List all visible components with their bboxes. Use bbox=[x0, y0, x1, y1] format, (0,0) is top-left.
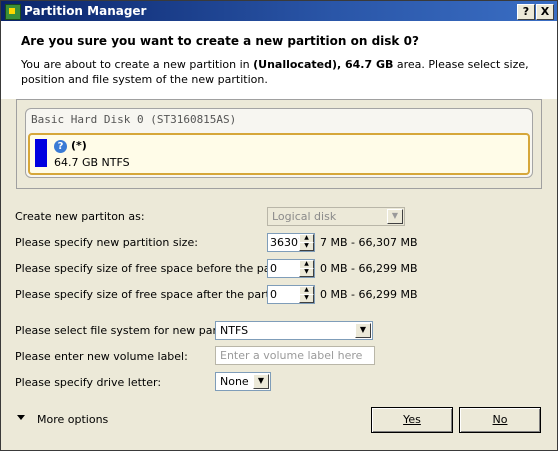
file-system-value: NTFS bbox=[220, 324, 249, 337]
more-options-label: More options bbox=[37, 413, 109, 426]
file-system-select[interactable]: NTFS ▼ bbox=[215, 321, 373, 340]
yes-button-label: Yes bbox=[403, 413, 421, 426]
close-button[interactable]: X bbox=[536, 4, 554, 20]
partition-type-select: Logical disk ▼ bbox=[267, 207, 405, 226]
free-after-value: 0 bbox=[270, 288, 277, 301]
free-after-stepper[interactable]: 0 ▲ ▼ bbox=[267, 285, 315, 304]
free-after-label: Please specify size of free space after … bbox=[15, 288, 298, 301]
disk-box: Basic Hard Disk 0 (ST3160815AS) ? (*) 64… bbox=[25, 108, 533, 178]
disk-map-panel: Basic Hard Disk 0 (ST3160815AS) ? (*) 64… bbox=[16, 99, 542, 189]
partition-manager-dialog: Partition Manager ? X Are you sure you w… bbox=[0, 0, 558, 451]
size-range: 7 MB - 66,307 MB bbox=[320, 236, 418, 249]
chevron-down-icon[interactable]: ▼ bbox=[253, 374, 269, 389]
no-button[interactable]: No bbox=[459, 407, 541, 433]
window-title: Partition Manager bbox=[24, 4, 147, 18]
free-before-range: 0 MB - 66,299 MB bbox=[320, 262, 418, 275]
drive-letter-value: None bbox=[220, 375, 249, 388]
drive-letter-label: Please specify drive letter: bbox=[15, 376, 162, 389]
header-description: You are about to create a new partition … bbox=[21, 57, 541, 87]
unknown-partition-icon: ? bbox=[54, 140, 67, 153]
partition-manager-app-icon bbox=[5, 4, 21, 20]
confirmation-question: Are you sure you want to create a new pa… bbox=[21, 34, 419, 48]
size-label: Please specify new partition size: bbox=[15, 236, 198, 249]
volume-label-label: Please enter new volume label: bbox=[15, 350, 188, 363]
title-bar: Partition Manager ? X bbox=[1, 1, 557, 21]
free-before-stepper[interactable]: 0 ▲ ▼ bbox=[267, 259, 315, 278]
description-area-name: (Unallocated), 64.7 GB bbox=[253, 58, 394, 71]
partition-type-value: Logical disk bbox=[272, 210, 337, 223]
description-text-start: You are about to create a new partition … bbox=[21, 58, 254, 71]
partition-color-bar bbox=[35, 139, 47, 167]
free-before-value: 0 bbox=[270, 262, 277, 275]
no-button-label: No bbox=[492, 413, 508, 426]
chevron-down-icon: ▼ bbox=[387, 209, 403, 224]
volume-label-input[interactable] bbox=[216, 347, 374, 364]
dialog-header: Are you sure you want to create a new pa… bbox=[1, 21, 557, 99]
partition-size: 64.7 GB NTFS bbox=[54, 156, 130, 169]
partition-block[interactable]: ? (*) 64.7 GB NTFS bbox=[28, 133, 530, 175]
disk-label: Basic Hard Disk 0 (ST3160815AS) bbox=[31, 113, 237, 126]
yes-button[interactable]: Yes bbox=[371, 407, 453, 433]
free-before-label: Please specify size of free space before… bbox=[15, 262, 308, 275]
decrement-icon[interactable]: ▼ bbox=[299, 268, 314, 277]
decrement-icon[interactable]: ▼ bbox=[299, 242, 314, 251]
partition-size-stepper[interactable]: 36307 ▲ ▼ bbox=[267, 233, 315, 252]
drive-letter-select[interactable]: None ▼ bbox=[215, 372, 271, 391]
free-after-range: 0 MB - 66,299 MB bbox=[320, 288, 418, 301]
expand-triangle-icon bbox=[17, 415, 25, 420]
create-as-label: Create new partiton as: bbox=[15, 210, 145, 223]
partition-name: (*) bbox=[71, 139, 87, 152]
volume-label-field-box bbox=[215, 346, 375, 365]
chevron-down-icon[interactable]: ▼ bbox=[355, 323, 371, 338]
decrement-icon[interactable]: ▼ bbox=[299, 294, 314, 303]
help-button[interactable]: ? bbox=[517, 4, 535, 20]
